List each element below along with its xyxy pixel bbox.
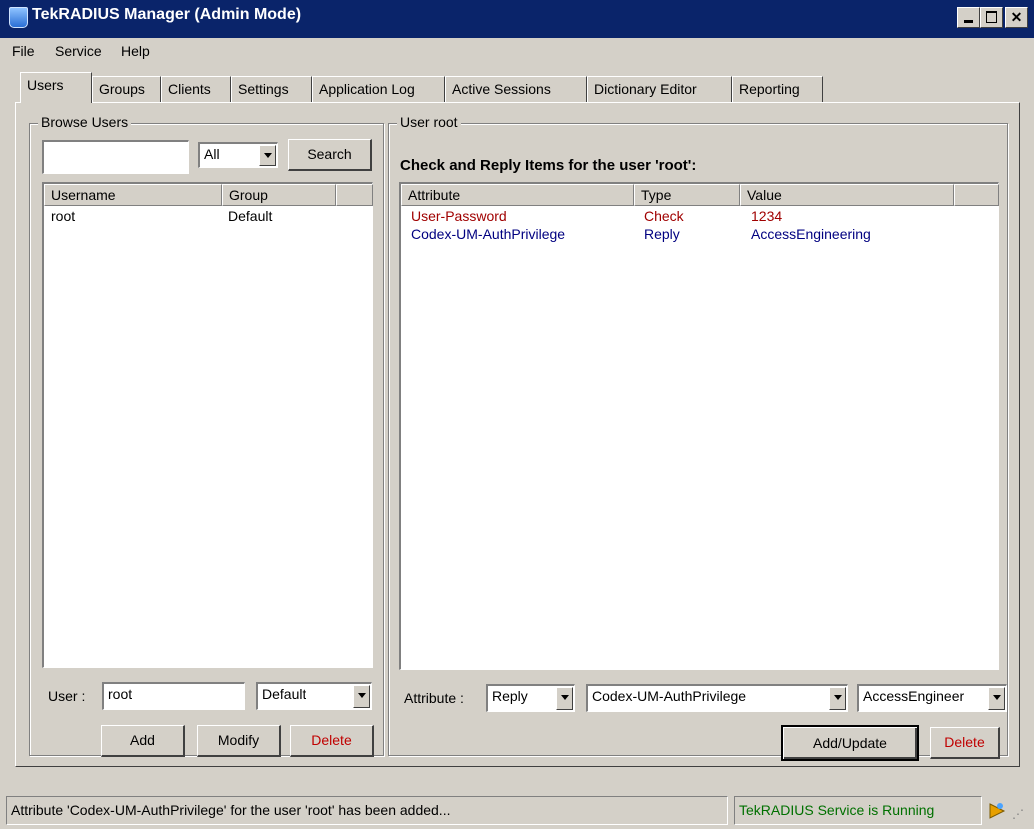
add-update-button[interactable]: Add/Update — [781, 725, 919, 761]
user-details-group: User root Check and Reply Items for the … — [388, 114, 1008, 761]
users-tab-panel: Browse Users All Search Username Group r… — [15, 102, 1020, 767]
chevron-down-icon[interactable] — [353, 685, 370, 708]
column-header-type[interactable]: Type — [634, 184, 740, 206]
attribute-type-value: Reply — [492, 688, 528, 704]
tab-clients[interactable]: Clients — [161, 76, 231, 102]
minimize-button[interactable] — [957, 7, 980, 28]
browse-users-group: Browse Users All Search Username Group r… — [29, 114, 384, 757]
column-header-attribute[interactable]: Attribute — [401, 184, 634, 206]
attribute-name-value: Codex-UM-AuthPrivilege — [592, 688, 747, 704]
app-icon — [9, 7, 28, 28]
attribute-cell-name: Codex-UM-AuthPrivilege — [411, 226, 566, 242]
maximize-icon — [986, 11, 997, 23]
user-filter-value: All — [204, 146, 220, 162]
attribute-cell-name: User-Password — [411, 208, 507, 224]
resize-grip-icon[interactable]: ⋰ — [1012, 806, 1028, 822]
close-icon: ✕ — [1010, 9, 1023, 25]
column-header-group[interactable]: Group — [222, 184, 336, 206]
tab-groups[interactable]: Groups — [92, 76, 161, 102]
tab-application-log[interactable]: Application Log — [312, 76, 445, 102]
service-running-icon[interactable] — [987, 801, 1007, 821]
status-bar: Attribute 'Codex-UM-AuthPrivilege' for t… — [0, 792, 1034, 829]
table-row[interactable]: Codex-UM-AuthPrivilege Reply AccessEngin… — [401, 226, 999, 246]
user-details-legend: User root — [397, 114, 461, 130]
tab-dictionary-editor[interactable]: Dictionary Editor — [587, 76, 732, 102]
status-message: Attribute 'Codex-UM-AuthPrivilege' for t… — [6, 796, 728, 825]
attribute-cell-value: AccessEngineering — [751, 226, 871, 242]
user-filter-select[interactable]: All — [198, 142, 278, 168]
user-cell-group: Default — [228, 208, 273, 224]
attribute-cell-type: Check — [644, 208, 684, 224]
attribute-name-select[interactable]: Codex-UM-AuthPrivilege — [586, 684, 848, 712]
attribute-cell-value: 1234 — [751, 208, 783, 224]
add-user-button[interactable]: Add — [101, 725, 185, 757]
tab-reporting[interactable]: Reporting — [732, 76, 823, 102]
attribute-cell-type: Reply — [644, 226, 680, 242]
user-group-value: Default — [262, 686, 307, 702]
search-button[interactable]: Search — [288, 139, 372, 171]
window-title: TekRADIUS Manager (Admin Mode) — [32, 6, 302, 23]
delete-user-button[interactable]: Delete — [290, 725, 374, 757]
menu-bar: File Service Help — [0, 39, 1034, 65]
title-bar[interactable]: TekRADIUS Manager (Admin Mode) ✕ — [0, 0, 1034, 38]
column-header-filler — [336, 184, 373, 206]
chevron-down-icon[interactable] — [259, 145, 276, 166]
tab-active-sessions[interactable]: Active Sessions — [445, 76, 587, 102]
attribute-label: Attribute : — [404, 690, 464, 706]
tab-users[interactable]: Users — [20, 72, 92, 103]
tab-strip: Users Groups Clients Settings Applicatio… — [0, 70, 1034, 103]
user-label: User : — [48, 688, 86, 704]
user-cell-username: root — [51, 208, 76, 224]
modify-user-button[interactable]: Modify — [197, 725, 281, 757]
service-status: TekRADIUS Service is Running — [734, 796, 982, 825]
user-group-select[interactable]: Default — [256, 682, 372, 710]
attribute-type-select[interactable]: Reply — [486, 684, 575, 712]
column-header-filler — [954, 184, 999, 206]
maximize-button[interactable] — [980, 7, 1003, 28]
table-row[interactable]: User-Password Check 1234 — [401, 208, 999, 228]
user-items-heading: Check and Reply Items for the user 'root… — [400, 157, 697, 174]
attributes-list[interactable]: Attribute Type Value User-Password Check… — [399, 182, 999, 670]
minimize-icon — [964, 20, 973, 23]
table-row[interactable]: root Default — [44, 208, 373, 228]
chevron-down-icon[interactable] — [829, 687, 846, 710]
attribute-value-value: AccessEngineer — [863, 688, 965, 704]
menu-help[interactable]: Help — [121, 43, 150, 59]
close-button[interactable]: ✕ — [1005, 7, 1028, 28]
browse-users-legend: Browse Users — [38, 114, 132, 130]
column-header-value[interactable]: Value — [740, 184, 954, 206]
menu-service[interactable]: Service — [55, 43, 102, 59]
users-list[interactable]: Username Group root Default — [42, 182, 373, 668]
tab-settings[interactable]: Settings — [231, 76, 312, 102]
attribute-value-select[interactable]: AccessEngineer — [857, 684, 1007, 712]
delete-attribute-button[interactable]: Delete — [930, 727, 1000, 759]
column-header-username[interactable]: Username — [44, 184, 222, 206]
chevron-down-icon[interactable] — [556, 687, 573, 710]
search-input[interactable] — [42, 140, 189, 174]
menu-file[interactable]: File — [12, 43, 35, 59]
app-window: TekRADIUS Manager (Admin Mode) ✕ File Se… — [0, 0, 1034, 829]
user-name-field[interactable]: root — [102, 682, 245, 710]
chevron-down-icon[interactable] — [988, 687, 1005, 710]
